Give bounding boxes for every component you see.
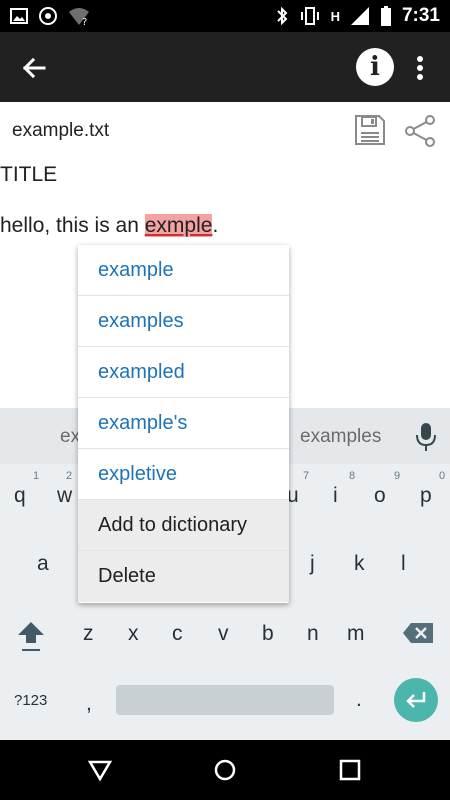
key-q[interactable]: q: [14, 484, 26, 508]
document-title-line[interactable]: TITLE: [0, 163, 57, 187]
info-button[interactable]: i: [356, 48, 394, 86]
spacebar[interactable]: [116, 685, 334, 715]
shift-icon[interactable]: [16, 620, 46, 654]
home-circle-icon[interactable]: [213, 758, 237, 782]
key-n[interactable]: n: [307, 622, 319, 646]
backspace-icon[interactable]: [402, 622, 434, 644]
network-type-label: H: [330, 8, 340, 24]
key-period[interactable]: .: [356, 688, 362, 712]
status-bar: ? H 7:31: [0, 0, 450, 32]
key-z[interactable]: z: [83, 622, 94, 646]
key-m[interactable]: m: [347, 622, 365, 646]
key-o[interactable]: o: [374, 484, 386, 508]
key-hint-9: 9: [394, 470, 401, 482]
status-bar-left: ?: [10, 6, 90, 26]
key-v[interactable]: v: [218, 622, 229, 646]
add-to-dictionary-button[interactable]: Add to dictionary: [78, 500, 289, 551]
key-j[interactable]: j: [310, 552, 315, 576]
suggestion-item[interactable]: example: [78, 245, 289, 296]
battery-icon: [380, 6, 391, 26]
floppy-icon[interactable]: [354, 114, 386, 146]
suggestion-item[interactable]: examples: [78, 296, 289, 347]
signal-icon: [350, 7, 369, 25]
key-a[interactable]: a: [37, 552, 49, 576]
key-b[interactable]: b: [262, 622, 274, 646]
app-bar: i: [0, 32, 450, 102]
key-hint-7: 7: [303, 470, 310, 482]
svg-text:?: ?: [82, 17, 87, 26]
more-vertical-icon[interactable]: [408, 52, 432, 84]
key-hint-8: 8: [349, 470, 356, 482]
recents-square-icon[interactable]: [338, 758, 362, 782]
file-name: example.txt: [12, 120, 110, 141]
document-text-prefix: hello, this is an: [0, 214, 145, 237]
document-text-line[interactable]: hello, this is an exmple.: [0, 214, 218, 238]
spellcheck-popup: example examples exampled example's expl…: [78, 245, 289, 603]
key-p[interactable]: p: [420, 484, 432, 508]
image-icon: [10, 8, 28, 24]
document-text-suffix: .: [212, 214, 219, 237]
key-x[interactable]: x: [128, 622, 139, 646]
back-triangle-icon[interactable]: [88, 758, 112, 782]
suggestion-right[interactable]: examples: [300, 426, 381, 448]
key-i[interactable]: i: [333, 484, 338, 508]
status-bar-right: H 7:31: [275, 5, 440, 27]
suggestion-item[interactable]: example's: [78, 398, 289, 449]
key-hint-2: 2: [66, 470, 73, 482]
microphone-icon[interactable]: [414, 422, 438, 452]
info-icon: i: [370, 52, 380, 82]
key-c[interactable]: c: [172, 622, 183, 646]
navigation-bar: [0, 740, 450, 800]
suggestion-item[interactable]: expletive: [78, 449, 289, 500]
arrow-left-icon[interactable]: [18, 52, 50, 84]
key-hint-1: 1: [33, 470, 40, 482]
key-comma[interactable]: ,: [86, 692, 92, 716]
vibrate-icon: [300, 7, 319, 25]
bluetooth-icon: [276, 6, 287, 26]
key-hint-0: 0: [439, 470, 446, 482]
enter-icon: [406, 692, 426, 708]
key-l[interactable]: l: [401, 552, 406, 576]
symbols-key[interactable]: ?123: [14, 692, 47, 709]
wifi-question-icon: ?: [69, 8, 89, 26]
key-k[interactable]: k: [354, 552, 365, 576]
suggestion-item[interactable]: exampled: [78, 347, 289, 398]
key-w[interactable]: w: [57, 484, 72, 508]
enter-button[interactable]: [394, 678, 438, 722]
share-icon[interactable]: [403, 114, 437, 148]
status-time: 7:31: [401, 5, 440, 26]
sync-icon: [39, 7, 57, 25]
misspelled-word[interactable]: exmple: [144, 214, 213, 237]
delete-button[interactable]: Delete: [78, 551, 289, 602]
